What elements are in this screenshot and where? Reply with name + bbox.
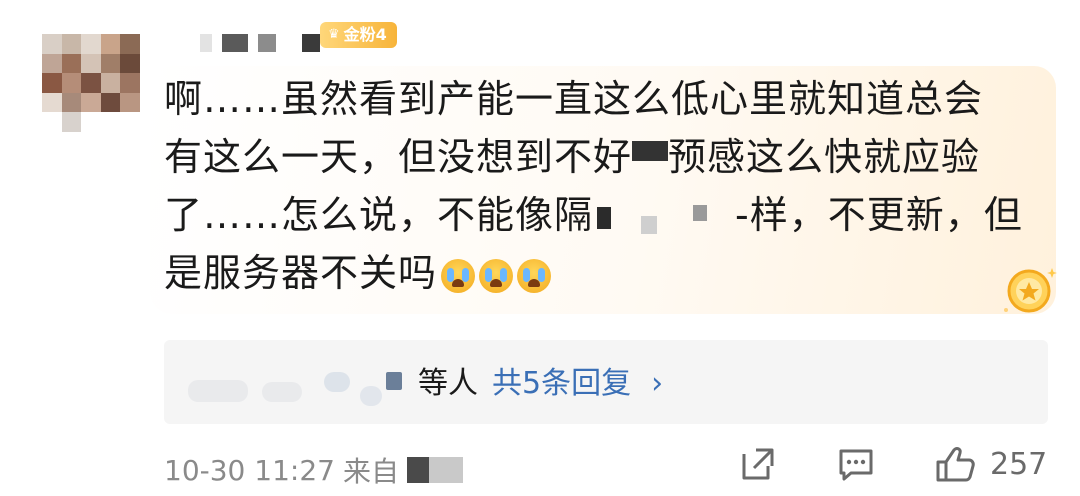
thumbs-up-icon [936,447,975,482]
star-medal-icon [1004,268,1057,313]
comment-line-2-start: 有这么一天，但没想到不好 [164,135,633,179]
comment-line-4-text: 是服务器不关吗 [164,251,438,295]
share-button[interactable] [738,444,778,484]
comment-source-prefix: 来自 [342,455,399,488]
crown-icon: ♛ [328,27,340,42]
comment-meta: 10-30 11:27 来自 [164,450,463,490]
comment-icon [839,449,873,481]
comment-line-3-end: -样，不更新，但 [735,193,1023,237]
username-redacted[interactable] [200,34,320,52]
comment-button[interactable] [836,444,876,484]
source-redacted [428,457,463,483]
reply-user-blur [324,372,350,392]
censor-block [641,215,658,234]
like-count: 257 [990,446,1048,482]
chevron-right-icon: › [651,366,664,401]
censor-block [597,206,612,229]
censor-block [693,204,708,221]
comment-line-2-end: 预感这么快就应验 [668,135,981,179]
comment-timestamp: 10-30 11:27 [164,453,335,487]
fan-badge-label: 金粉4 [343,25,387,44]
comment-line-3-start: 了……怎么说，不能像隔 [164,193,594,237]
reply-summary[interactable]: 等人 共5条回复 › [418,364,663,404]
view-replies-link[interactable]: 共5条回复 [492,364,631,404]
crying-emoji-icon [479,258,514,293]
reply-avatar-blur [188,380,248,402]
fan-badge: ♛ 金粉4 [320,22,397,48]
reply-user-blur [360,386,382,406]
comment-text[interactable]: 啊……虽然看到产能一直这么低心里就知道总会 有这么一天，但没想到不好 预感这么快就… [164,70,1044,302]
comment-actions: 257 [738,444,1047,484]
censor-block [632,140,669,161]
share-icon [742,448,774,480]
comment-line-3: 了……怎么说，不能像隔 -样，不更新，但 [164,186,1044,244]
source-redacted [406,457,429,483]
crying-emoji-icon [517,258,552,293]
avatar[interactable] [42,34,140,132]
crying-emoji-icon [441,258,476,293]
reply-users-suffix: 等人 [418,366,478,401]
comment-line-1: 啊……虽然看到产能一直这么低心里就知道总会 [164,77,984,121]
reply-avatar-blur [262,382,302,402]
reply-user-blur [386,372,402,390]
comment-line-2: 有这么一天，但没想到不好 预感这么快就应验 [164,128,1044,186]
like-button[interactable]: 257 [934,444,1047,484]
emoji-row [441,258,552,293]
comment-line-4: 是服务器不关吗 [164,244,1044,302]
